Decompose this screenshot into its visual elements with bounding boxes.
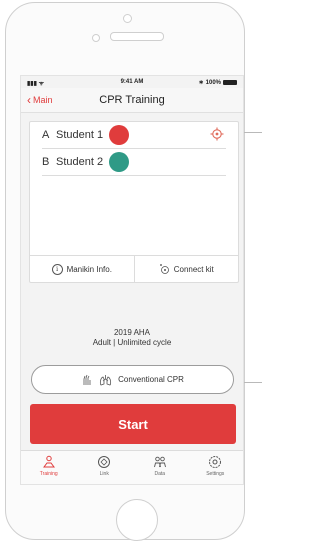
tab-label: Settings	[206, 471, 225, 477]
info-icon: i	[51, 263, 63, 275]
page-title: CPR Training	[99, 94, 165, 106]
student-card: A Student 1 B Student 2 i Manikin Info.	[29, 121, 239, 283]
start-button[interactable]: Start	[30, 404, 236, 444]
manikin-info-button[interactable]: i Manikin Info.	[30, 256, 134, 282]
manikin-info-label: Manikin Info.	[66, 264, 112, 274]
student-name: Student 2	[56, 156, 104, 168]
guideline-label: 2019 AHA	[113, 328, 151, 337]
app-screen: ▮▮▮ ᯤ 9:41 AM ∗ 100% ‹ Main CPR Training…	[20, 75, 244, 485]
tab-data[interactable]: Data	[132, 451, 188, 484]
tab-training[interactable]: Training	[21, 451, 77, 484]
mode-description: 2019 AHA Adult | Unlimited cycle	[21, 328, 243, 348]
hands-icon	[83, 374, 91, 385]
connect-kit-icon	[159, 263, 169, 274]
tab-settings[interactable]: Settings	[188, 451, 244, 484]
data-icon	[153, 456, 166, 468]
tab-label: Training	[39, 471, 58, 477]
link-icon	[98, 456, 111, 468]
student-letter: A	[42, 129, 50, 141]
connect-kit-button[interactable]: Connect kit	[133, 256, 239, 282]
status-bar: ▮▮▮ ᯤ 9:41 AM ∗ 100%	[21, 76, 243, 88]
card-footer: i Manikin Info. Connect kit	[30, 255, 238, 282]
training-icon	[42, 455, 55, 468]
battery-percent: 100%	[205, 79, 221, 86]
student-name: Student 1	[56, 129, 104, 141]
cpr-mode-button[interactable]: Conventional CPR	[31, 365, 234, 394]
battery-icon	[223, 80, 237, 85]
student-color-dot	[109, 152, 130, 172]
tab-label: Link	[99, 471, 109, 477]
student-row-1[interactable]: A Student 1	[42, 122, 226, 149]
tab-link[interactable]: Link	[77, 451, 133, 484]
cpr-mode-label: Conventional CPR	[118, 375, 184, 384]
student-color-dot	[109, 125, 130, 145]
home-button[interactable]	[116, 499, 158, 541]
front-camera	[123, 14, 132, 23]
proximity-sensor	[92, 34, 100, 42]
student-letter: B	[42, 156, 50, 168]
earpiece-speaker	[110, 32, 164, 41]
lungs-icon	[100, 374, 112, 385]
battery-status: ∗ 100%	[199, 79, 237, 86]
settings-icon	[209, 456, 222, 468]
connect-kit-label: Connect kit	[173, 264, 214, 274]
student-row-2[interactable]: B Student 2	[42, 149, 226, 176]
cycle-label: Adult | Unlimited cycle	[92, 338, 172, 347]
tab-label: Data	[154, 471, 166, 477]
target-icon[interactable]	[210, 127, 224, 141]
tab-bar: Training Link Data Settings	[21, 450, 243, 484]
navigation-bar: ‹ Main CPR Training	[21, 88, 243, 113]
bluetooth-icon: ∗	[198, 80, 204, 86]
